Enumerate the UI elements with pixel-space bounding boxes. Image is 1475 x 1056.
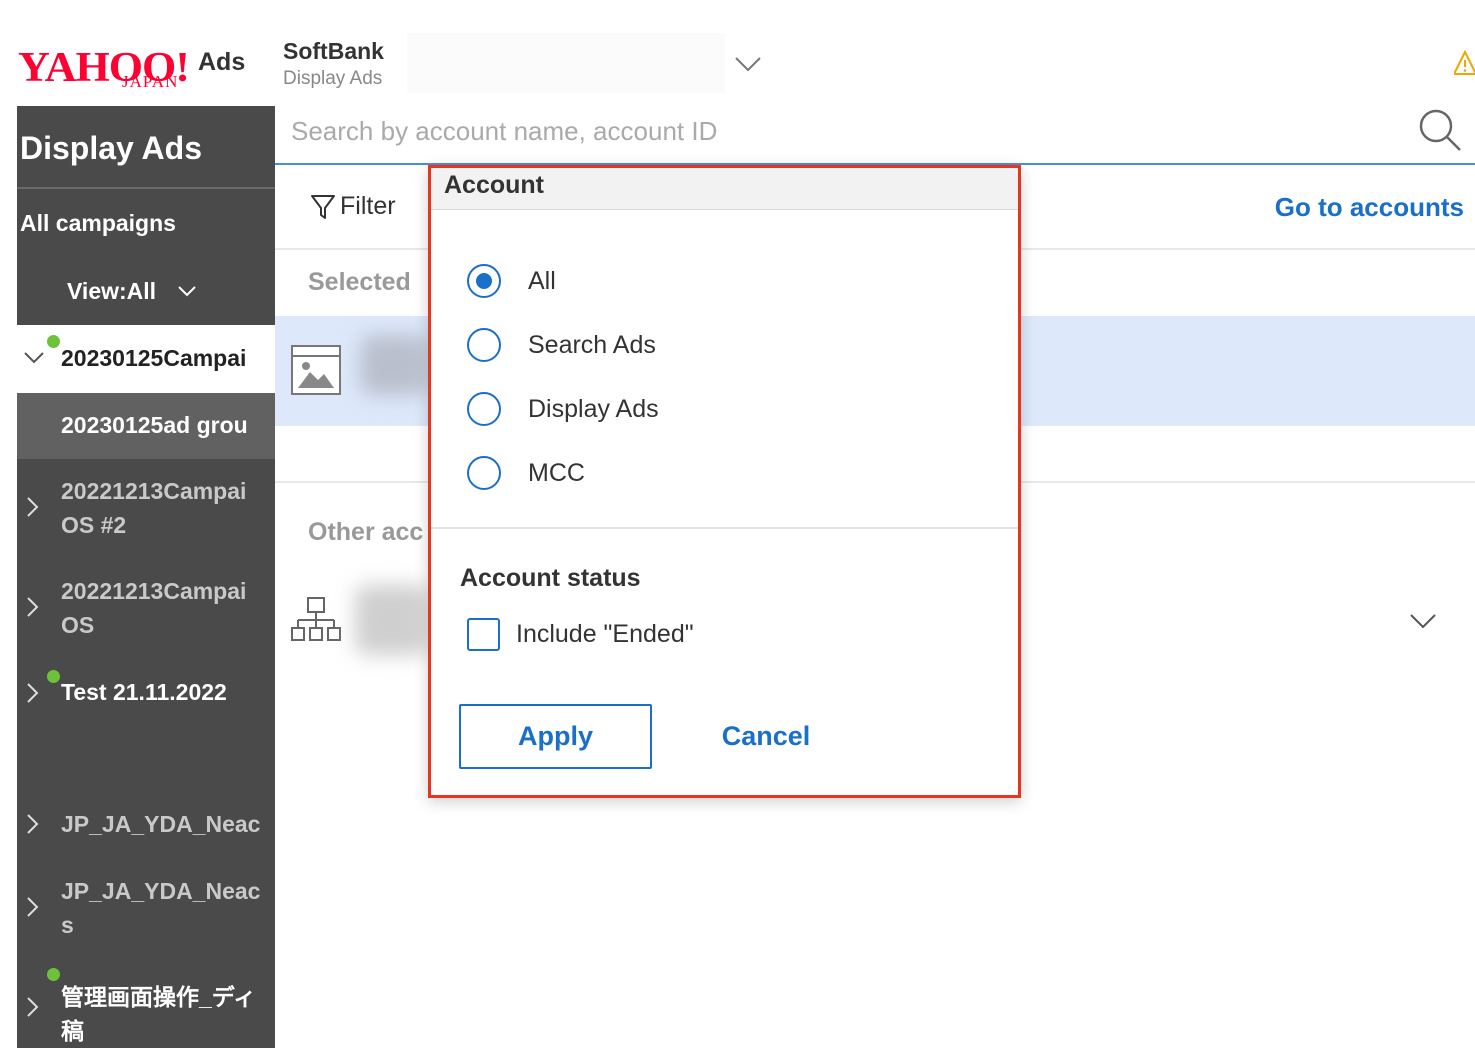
account-search-bar [275,97,1475,165]
current-account-name: SoftBank [283,38,384,64]
chevron-right-icon[interactable] [23,896,41,918]
radio-button[interactable] [467,456,501,490]
blurred-account-name [360,335,430,395]
sidebar-title: Display Ads [20,130,202,166]
radio-label: Search Ads [528,330,656,359]
popup-header: Account [431,168,1018,210]
sidebar-item-campaign[interactable]: 管理画面操作_ディ 稿 [17,966,275,1048]
chevron-down-icon[interactable] [1408,610,1438,632]
radio-button[interactable] [467,264,501,298]
sidebar-item-label-line2: 稿 [61,1018,84,1044]
sidebar-item-label-line2: OS [61,612,95,638]
campaign-sidebar: Display Ads All campaigns View:All 20230… [17,106,275,1048]
status-active-dot [47,670,60,683]
popup-divider [431,527,1018,529]
chevron-right-icon[interactable] [23,996,41,1018]
radio-label: All [528,266,556,295]
sidebar-item-label: 20230125Campai [61,345,247,371]
popup-title: Account [444,171,544,199]
radio-label: Display Ads [528,394,659,423]
current-account-type: Display Ads [283,68,383,89]
sidebar-item-label: JP_JA_YDA_Neac [61,811,261,837]
radio-option-mcc[interactable]: MCC [467,453,585,493]
radio-option-search-ads[interactable]: Search Ads [467,325,656,365]
chevron-right-icon[interactable] [23,496,41,518]
radio-label: MCC [528,458,585,487]
sidebar-item-label: JP_JA_YDA_Neac [61,878,261,904]
sidebar-item-label: 20221213Campai [61,478,247,504]
sidebar-item-label: 20221213Campai [61,578,247,604]
sidebar-item-campaign[interactable]: Test 21.11.2022 [17,666,275,726]
sidebar-item-label: Test 21.11.2022 [61,679,227,705]
status-active-dot [47,335,60,348]
sidebar-item-campaign[interactable]: 20221213Campai OS [17,566,275,656]
hierarchy-icon [291,597,341,641]
logo-product: Ads [198,48,246,76]
logo-sub: JAPAN [122,72,179,91]
include-ended-label: Include "Ended" [516,619,694,648]
sidebar-item-adgroup-selected[interactable]: 20230125ad grou [17,393,275,459]
chevron-down-icon[interactable] [23,349,45,367]
sidebar-item-label: 管理画面操作_ディ [61,984,257,1010]
sidebar-item-label-line2: s [61,912,74,938]
blurred-account-name [355,585,430,655]
sidebar-item-campaign[interactable]: JP_JA_YDA_Neac s [17,866,275,956]
chevron-right-icon[interactable] [23,813,41,835]
other-accounts-header: Other acc [308,518,424,546]
apply-button[interactable]: Apply [459,704,652,769]
all-campaigns-link[interactable]: All campaigns [20,210,176,237]
go-to-accounts-link[interactable]: Go to accounts [1275,192,1464,223]
sidebar-item-label: 20230125ad grou [61,412,248,438]
status-active-dot [47,968,60,981]
radio-option-all[interactable]: All [467,261,556,301]
filter-label: Filter [340,192,396,220]
sidebar-item-campaign-expanded[interactable]: 20230125Campai [17,325,275,393]
account-status-title: Account status [460,564,641,592]
sidebar-item-campaign[interactable]: JP_JA_YDA_Neac [17,801,275,851]
chevron-down-icon[interactable] [177,284,197,298]
account-switcher-field[interactable] [407,33,725,93]
radio-option-display-ads[interactable]: Display Ads [467,389,659,429]
radio-button[interactable] [467,392,501,426]
search-icon[interactable] [1415,105,1465,155]
warning-icon[interactable] [1454,48,1475,78]
include-ended-option[interactable]: Include "Ended" [467,614,694,654]
chevron-right-icon[interactable] [23,682,41,704]
cancel-button[interactable]: Cancel [701,704,831,769]
yahoo-ads-logo[interactable]: YAHOO! JAPAN Ads [18,40,258,96]
sidebar-item-campaign[interactable]: 20221213Campai OS #2 [17,466,275,556]
view-filter-dropdown[interactable]: View:All [67,278,156,305]
radio-button[interactable] [467,328,501,362]
account-filter-popup: Account All Search Ads Display Ads MCC A… [428,165,1021,798]
include-ended-checkbox[interactable] [467,617,500,651]
account-search-input[interactable] [291,109,1391,153]
image-icon [291,345,341,395]
sidebar-divider [17,187,275,189]
chevron-right-icon[interactable] [23,596,41,618]
sidebar-item-label-line2: OS #2 [61,512,127,538]
filter-icon [311,194,335,219]
selected-accounts-header: Selected [308,268,411,296]
filter-button[interactable]: Filter [310,192,396,221]
chevron-down-icon[interactable] [732,52,764,76]
